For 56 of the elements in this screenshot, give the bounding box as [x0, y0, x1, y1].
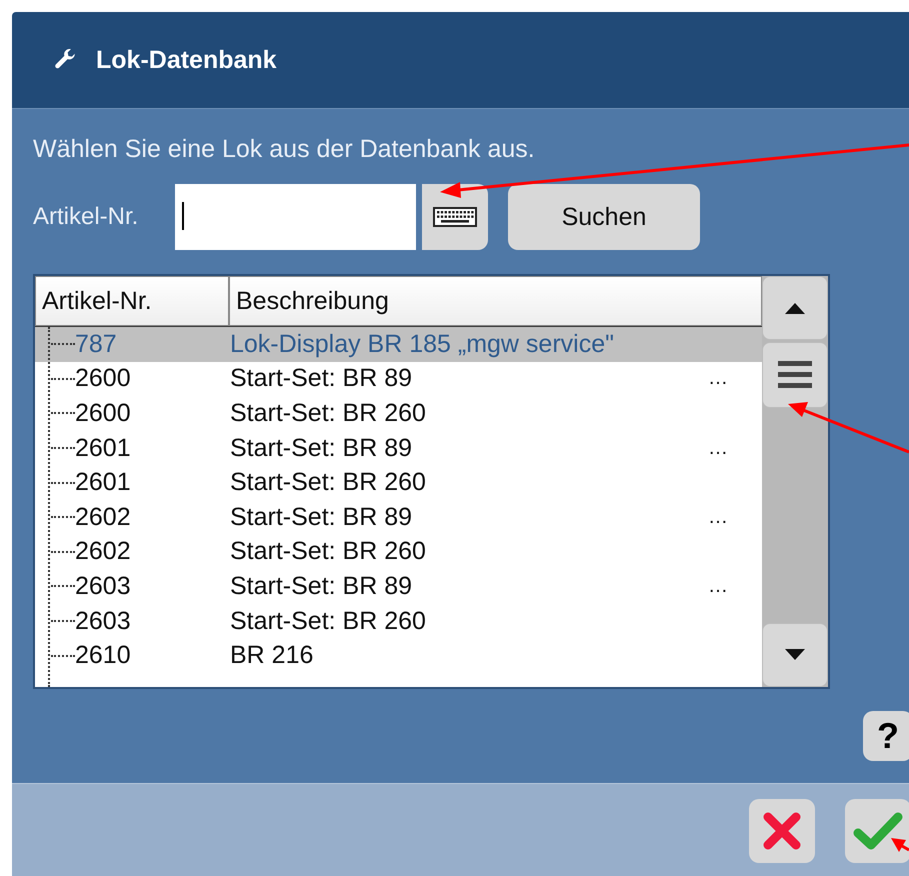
table-cell-text: 2601: [75, 468, 132, 498]
field-label: Artikel-Nr.: [33, 203, 140, 231]
table-cell-text: Start-Set: BR 260: [230, 537, 427, 566]
more-indicator: …: [708, 436, 729, 460]
table-cell-text: Start-Set: BR 260: [230, 398, 427, 428]
more-indicator: …: [708, 367, 729, 390]
table-cell-text: Start-Set: BR 260: [230, 606, 427, 636]
cancel-button[interactable]: [749, 799, 815, 863]
table-row[interactable]: 2601 Start-Set: BR 89 …: [35, 430, 762, 466]
table-row[interactable]: 2600 Start-Set: BR 260: [35, 396, 762, 431]
table-cell-text: Start-Set: BR 89: [230, 572, 414, 601]
table-row[interactable]: 787 Lok-Display BR 185 „mgw service": [35, 327, 762, 362]
table-cell-text: Start-Set: BR 89: [230, 364, 414, 394]
table-row[interactable]: 2601 Start-Set: BR 260: [35, 465, 762, 500]
table-cell-text: 2600: [75, 398, 132, 428]
table-cell-text: 2600: [75, 364, 132, 394]
table-cell-text: Lok-Display BR 185 „mgw service": [230, 330, 615, 359]
table-cell-text: 2602: [75, 537, 132, 566]
table-cell-text: 2602: [75, 502, 132, 532]
table-row[interactable]: 2610 BR 216: [35, 638, 762, 673]
table-cell-text: Start-Set: BR 260: [230, 468, 427, 498]
table-cell-text: 2603: [75, 572, 132, 601]
table-row[interactable]: 2600 Start-Set: BR 89 …: [35, 362, 762, 396]
more-indicator: …: [708, 574, 729, 598]
search-button[interactable]: Suchen: [508, 184, 700, 250]
window-title: Lok-Datenbank: [96, 46, 277, 74]
table-row[interactable]: 2603 Start-Set: BR 89 …: [35, 569, 762, 604]
table-cell-text: 2603: [75, 606, 132, 636]
menu-icon: [778, 360, 812, 390]
table-cell-text: 2601: [75, 434, 132, 463]
scroll-down-button[interactable]: [762, 623, 828, 687]
down-arrow-icon: [785, 649, 805, 661]
help-button[interactable]: ?: [863, 711, 909, 761]
instruction-text: Wählen Sie eine Lok aus der Datenbank aus.: [33, 135, 536, 164]
column-header[interactable]: Artikel-Nr.: [35, 276, 229, 326]
table-cell-text: 2610: [75, 641, 132, 670]
table-cell-text: 787: [75, 330, 118, 359]
annotation-arrow: [891, 838, 909, 852]
scrollbar[interactable]: [762, 276, 828, 687]
scroll-thumb[interactable]: [762, 342, 828, 408]
table-row[interactable]: 2603 Start-Set: BR 260: [35, 604, 762, 638]
table-cell-text: Start-Set: BR 89: [230, 502, 414, 532]
scroll-up-button[interactable]: [762, 276, 828, 340]
input-field[interactable]: [175, 184, 416, 250]
up-arrow-icon: [785, 302, 805, 314]
column-header[interactable]: Beschreibung: [229, 276, 762, 326]
table-cell-text: BR 216: [230, 641, 314, 670]
confirm-button[interactable]: [845, 799, 909, 863]
close-icon: [762, 811, 802, 851]
table-row[interactable]: 2602 Start-Set: BR 89 …: [35, 500, 762, 535]
more-indicator: …: [708, 506, 729, 529]
keyboard-icon: [433, 207, 477, 227]
keyboard-button[interactable]: [422, 184, 488, 250]
table-cell-text: Start-Set: BR 89: [230, 434, 414, 463]
table-row[interactable]: 2602 Start-Set: BR 260: [35, 534, 762, 570]
checkmark-icon: [852, 811, 904, 851]
